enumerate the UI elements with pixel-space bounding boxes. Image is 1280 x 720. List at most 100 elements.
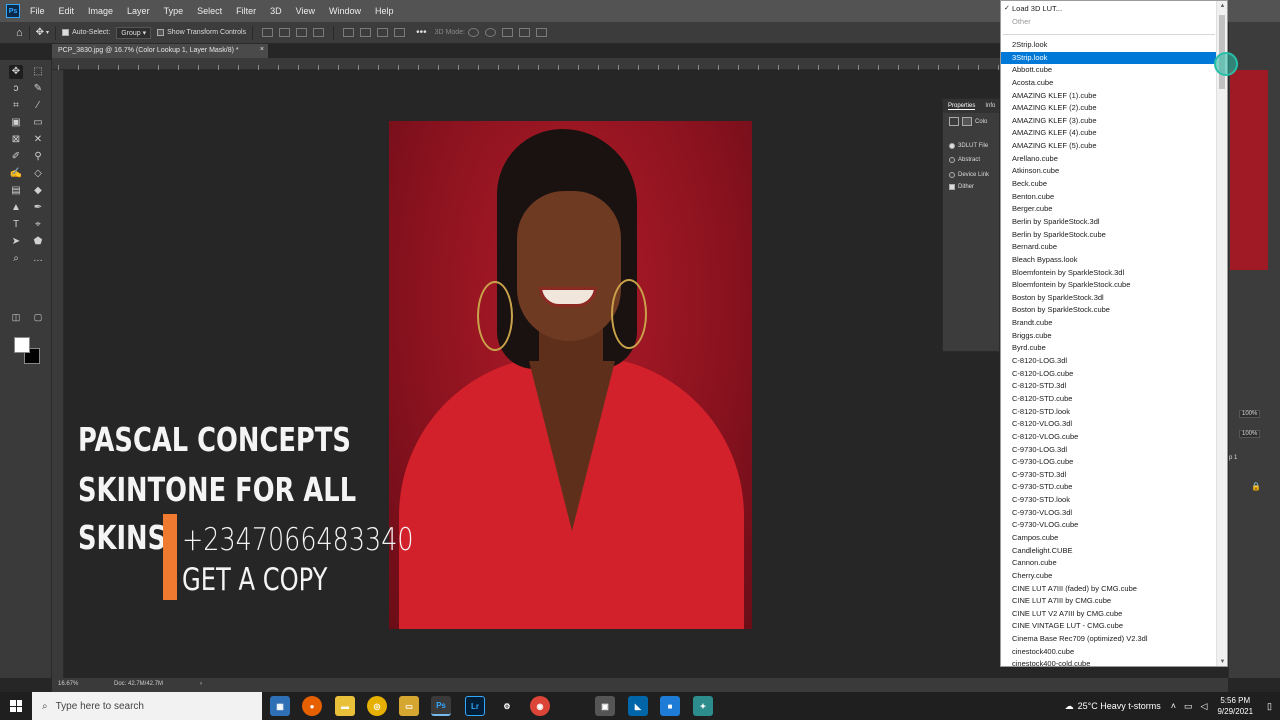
photoshop-taskbar-icon[interactable]: Ps — [431, 696, 451, 716]
start-button[interactable] — [0, 692, 32, 720]
lut-item[interactable]: Brandt.cube — [1001, 317, 1218, 330]
lut-item[interactable]: Cannon.cube — [1001, 557, 1218, 570]
home-icon[interactable]: ⌂ — [16, 27, 23, 39]
crop-tool-icon[interactable]: ⌗ — [9, 99, 23, 113]
close-tab-icon[interactable]: × — [260, 46, 264, 53]
lut-item[interactable]: Abbott.cube — [1001, 64, 1218, 77]
lut-item[interactable]: AMAZING KLEF (5).cube — [1001, 140, 1218, 153]
lut-item[interactable]: Briggs.cube — [1001, 330, 1218, 343]
dodge-tool-icon[interactable]: ▲ — [9, 201, 23, 215]
menu-layer[interactable]: Layer — [127, 6, 150, 16]
lut-item[interactable]: CINE LUT A7III (faded) by CMG.cube — [1001, 583, 1218, 596]
zoom-tool-icon[interactable]: ⌕ — [9, 252, 23, 266]
lut-item[interactable]: CINE LUT A7III by CMG.cube — [1001, 595, 1218, 608]
lut-item[interactable]: Boston by SparkleStock.cube — [1001, 304, 1218, 317]
distribute-icon[interactable] — [394, 28, 406, 37]
quick-mask-icon[interactable]: ◫ — [9, 310, 23, 324]
notifications-icon[interactable]: ▯ — [1267, 701, 1272, 712]
lut-item[interactable]: Cherry.cube — [1001, 570, 1218, 583]
lut-item[interactable]: Campos.cube — [1001, 532, 1218, 545]
chevron-right-icon[interactable]: › — [200, 681, 202, 687]
volume-icon[interactable]: ◁ — [1201, 701, 1208, 712]
network-icon[interactable]: ▭ — [1184, 701, 1193, 712]
3d-roll-icon[interactable] — [485, 28, 496, 37]
chrome-icon[interactable]: ◉ — [530, 696, 550, 716]
menu-view[interactable]: View — [296, 6, 315, 16]
scroll-down-icon[interactable]: ▼ — [1217, 657, 1227, 666]
lut-item[interactable]: Bernard.cube — [1001, 241, 1218, 254]
3d-slide-icon[interactable] — [519, 28, 530, 37]
lut-item[interactable]: C-9730-VLOG.cube — [1001, 519, 1218, 532]
lut-item[interactable]: Bloemfontein by SparkleStock.3dl — [1001, 267, 1218, 280]
path-select-tool-icon[interactable]: ⌖ — [31, 218, 45, 232]
dither-checkbox[interactable] — [949, 184, 955, 190]
gradient-tool-icon[interactable]: ▤ — [9, 184, 23, 198]
adjustment-grid-icon[interactable] — [949, 117, 959, 126]
blur-tool-icon[interactable]: ◆ — [31, 184, 45, 198]
type-tool-icon[interactable]: T — [9, 218, 23, 232]
lut-item[interactable]: C-9730-VLOG.3dl — [1001, 507, 1218, 520]
tab-info[interactable]: Info — [985, 103, 995, 109]
menu-image[interactable]: Image — [88, 6, 113, 16]
vscode-icon[interactable]: ◣ — [628, 696, 648, 716]
tab-properties[interactable]: Properties — [948, 103, 976, 110]
align-bottom-icon[interactable] — [377, 28, 389, 37]
opacity-field[interactable]: 100% — [1239, 410, 1261, 418]
lut-item[interactable]: C-8120-LOG.3dl — [1001, 355, 1218, 368]
lut-item[interactable]: C-8120-STD.cube — [1001, 393, 1218, 406]
marquee-tool-icon[interactable]: ⬚ — [31, 65, 45, 79]
file-explorer-icon[interactable]: ▬ — [335, 696, 355, 716]
align-top-icon[interactable] — [343, 28, 355, 37]
show-transform-checkbox[interactable] — [157, 29, 165, 36]
lut-item[interactable]: Bloemfontein by SparkleStock.cube — [1001, 279, 1218, 292]
lut-item[interactable]: Cinema Base Rec709 (optimized) V2.3dl — [1001, 633, 1218, 646]
lut-item[interactable]: AMAZING KLEF (3).cube — [1001, 115, 1218, 128]
eraser-tool-icon[interactable]: ◇ — [31, 167, 45, 181]
chrome-canary-icon[interactable]: ◎ — [367, 696, 387, 716]
auto-select-dropdown[interactable]: Group ▾ — [116, 26, 152, 39]
clone-stamp-tool-icon[interactable]: ⚲ — [31, 150, 45, 164]
3d-rotate-icon[interactable] — [468, 28, 479, 37]
lut-item[interactable]: Berlin by SparkleStock.cube — [1001, 229, 1218, 242]
align-right-icon[interactable] — [296, 28, 308, 37]
load-3d-lut-item[interactable]: ✓ Load 3D LUT... — [1001, 2, 1217, 15]
healing-brush-tool-icon[interactable]: ▣ — [9, 116, 23, 130]
lut-item[interactable]: C-9730-STD.cube — [1001, 481, 1218, 494]
lut-item[interactable]: Benton.cube — [1001, 191, 1218, 204]
lut-item[interactable]: CINE LUT V2 A7III by CMG.cube — [1001, 608, 1218, 621]
navigator-thumbnail[interactable] — [1230, 70, 1268, 270]
folder-icon[interactable]: ▭ — [399, 696, 419, 716]
lut-item[interactable]: C-8120-STD.look — [1001, 406, 1218, 419]
lut-item[interactable]: AMAZING KLEF (4).cube — [1001, 127, 1218, 140]
screen-mode-icon[interactable]: ▢ — [31, 310, 45, 324]
chevron-down-icon[interactable]: ▾ — [46, 29, 49, 36]
option-device-link[interactable]: Device Link — [949, 172, 989, 178]
tray-chevron-icon[interactable]: ˄ — [1171, 701, 1176, 711]
direct-select-tool-icon[interactable]: ➤ — [9, 235, 23, 249]
calculator-icon[interactable]: ▦ — [270, 696, 290, 716]
pen-tool-icon[interactable]: ✒ — [31, 201, 45, 215]
option-abstract[interactable]: Abstract — [949, 157, 980, 163]
menu-type[interactable]: Type — [164, 6, 184, 16]
weather-icon[interactable]: ☁ — [1065, 701, 1074, 712]
more-tools-icon[interactable]: … — [31, 252, 45, 266]
lut-item[interactable]: CINE VINTAGE LUT - CMG.cube — [1001, 620, 1218, 633]
scroll-up-icon[interactable]: ▲ — [1217, 1, 1227, 12]
lut-item[interactable]: C-9730-STD.3dl — [1001, 469, 1218, 482]
history-brush-tool-icon[interactable]: ✍ — [9, 167, 23, 181]
option-dither[interactable]: Dither — [949, 184, 974, 190]
lut-item[interactable]: AMAZING KLEF (2).cube — [1001, 102, 1218, 115]
lut-item[interactable]: Berger.cube — [1001, 203, 1218, 216]
document-tab[interactable]: PCP_3830.jpg @ 16.7% (Color Lookup 1, La… — [52, 44, 268, 58]
menu-file[interactable]: File — [30, 6, 45, 16]
store-icon[interactable]: ■ — [660, 696, 680, 716]
radio-3dlut-file[interactable] — [949, 143, 955, 149]
taskbar-search[interactable]: ⌕ Type here to search — [32, 692, 262, 720]
lut-item[interactable]: Arellano.cube — [1001, 153, 1218, 166]
lut-item[interactable]: cinestock400-cold.cube — [1001, 658, 1218, 666]
radio-abstract[interactable] — [949, 157, 955, 163]
brush-tool-icon[interactable]: ✐ — [9, 150, 23, 164]
align-justify-icon[interactable] — [313, 28, 325, 37]
shape-tool-icon[interactable]: ⬟ — [31, 235, 45, 249]
lut-item[interactable]: Beck.cube — [1001, 178, 1218, 191]
